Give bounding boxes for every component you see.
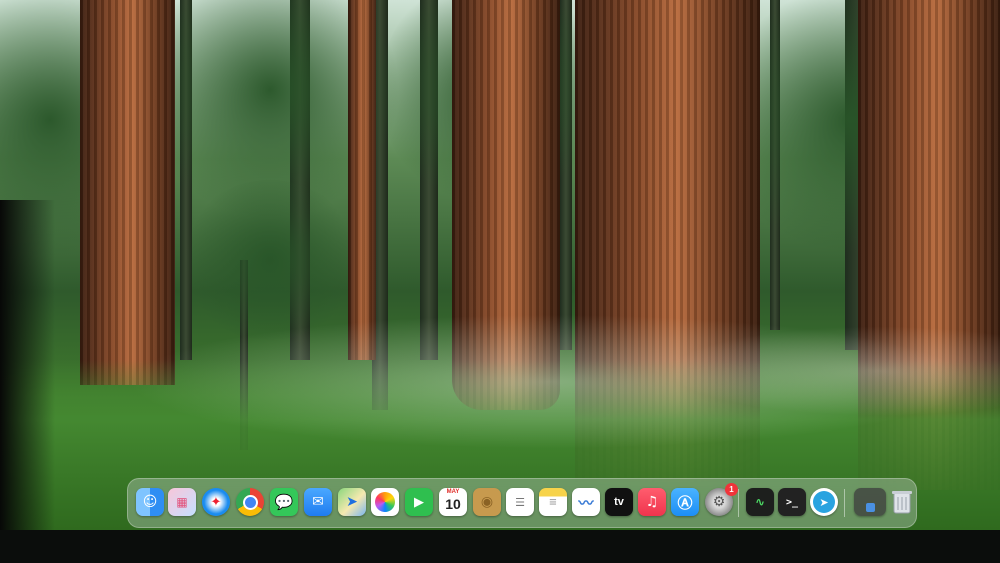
mail-icon[interactable]: ✉ bbox=[304, 488, 332, 516]
terminal-icon[interactable]: >_ bbox=[778, 488, 806, 516]
desktop-wallpaper bbox=[0, 0, 1000, 530]
maps-icon[interactable]: ➤ bbox=[338, 488, 366, 516]
calendar-icon[interactable]: MAY 10 bbox=[439, 488, 467, 516]
chrome-icon[interactable] bbox=[236, 488, 264, 516]
music-icon[interactable]: ♫ bbox=[638, 488, 666, 516]
dock: ☺ ▦ ✦ 💬 ✉ ➤ ▶ MAY 10 ◉ ☰ ≡ 〰 tv ♫ Ⓐ ⚙ 1 ∿… bbox=[127, 478, 917, 528]
trash-icon[interactable] bbox=[888, 488, 916, 516]
downloads-stack-icon[interactable] bbox=[854, 488, 886, 516]
photos-icon[interactable] bbox=[371, 488, 399, 516]
messages-icon[interactable]: 💬 bbox=[270, 488, 298, 516]
safari-icon[interactable]: ✦ bbox=[202, 488, 230, 516]
dock-separator bbox=[738, 489, 739, 517]
activity-monitor-icon[interactable]: ∿ bbox=[746, 488, 774, 516]
freeform-icon[interactable]: 〰 bbox=[572, 488, 600, 516]
contacts-icon[interactable]: ◉ bbox=[473, 488, 501, 516]
calendar-month: MAY bbox=[446, 489, 460, 495]
apple-tv-label: tv bbox=[614, 496, 624, 508]
calendar-day: 10 bbox=[445, 496, 461, 512]
notification-badge: 1 bbox=[725, 483, 738, 496]
telegram-icon[interactable]: ➤ bbox=[810, 488, 838, 516]
reminders-icon[interactable]: ☰ bbox=[506, 488, 534, 516]
apple-tv-icon[interactable]: tv bbox=[605, 488, 633, 516]
launchpad-icon[interactable]: ▦ bbox=[168, 488, 196, 516]
system-settings-icon[interactable]: ⚙ 1 bbox=[705, 483, 738, 516]
dock-separator bbox=[844, 489, 845, 517]
app-store-icon[interactable]: Ⓐ bbox=[671, 488, 699, 516]
facetime-icon[interactable]: ▶ bbox=[405, 488, 433, 516]
finder-icon[interactable]: ☺ bbox=[136, 488, 164, 516]
notes-icon[interactable]: ≡ bbox=[539, 488, 567, 516]
